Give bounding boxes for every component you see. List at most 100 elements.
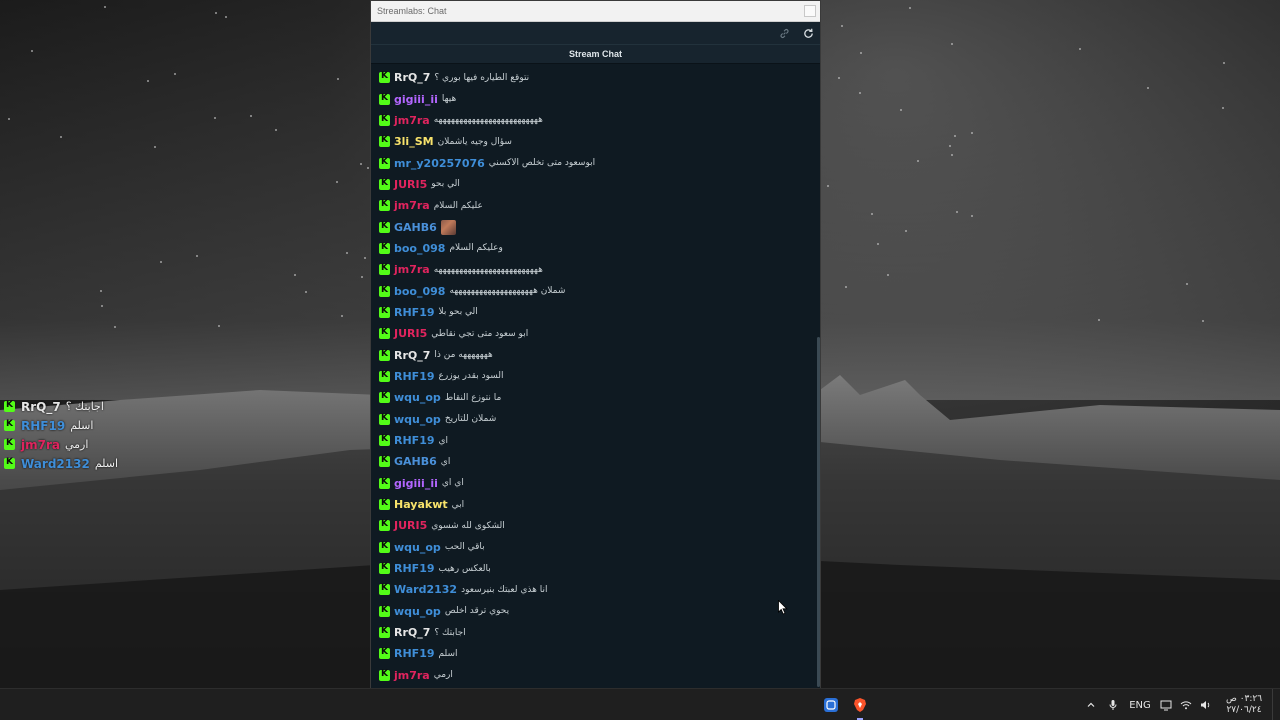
refresh-icon[interactable] [802, 27, 814, 39]
overlay-message: jm7ra ارمي [4, 435, 118, 454]
kick-badge-icon [4, 438, 15, 450]
kick-badge-icon [379, 242, 390, 254]
language-indicator[interactable]: ENG [1124, 689, 1156, 720]
brave-browser-icon[interactable] [850, 695, 870, 715]
overlay-message: RrQ_7 اجابتك ؟ [4, 397, 118, 416]
star [971, 132, 973, 134]
star [887, 274, 889, 276]
star [196, 255, 198, 257]
show-desktop-button[interactable] [1272, 689, 1280, 720]
star [214, 117, 216, 119]
chat-username[interactable]: wqu_op [394, 413, 441, 426]
overlay-message-text: اسلم [70, 419, 94, 432]
star [956, 211, 958, 213]
app-icon[interactable] [821, 695, 841, 715]
chat-message: GAHB6 [371, 216, 820, 237]
star [859, 92, 861, 94]
chat-username[interactable]: jm7ra [394, 199, 430, 212]
chat-username[interactable]: GAHB6 [394, 455, 437, 468]
scrollbar[interactable] [817, 65, 820, 719]
chat-message-text: عليكم السلام [433, 200, 483, 211]
chevron-up-icon[interactable] [1080, 689, 1102, 720]
chat-username[interactable]: JURI5 [394, 519, 427, 532]
chat-username[interactable]: jm7ra [394, 114, 430, 127]
kick-badge-icon [379, 178, 390, 190]
chat-username[interactable]: mr_y20257076 [394, 157, 485, 170]
chat-message: gigiii_iiهيها [371, 88, 820, 109]
chat-username[interactable]: RrQ_7 [394, 626, 430, 639]
chat-username[interactable]: RHF19 [394, 434, 435, 447]
star [917, 160, 919, 162]
chat-message-text: انا هذي لعبتك بنيرسعود [461, 584, 548, 595]
chat-overlay: RrQ_7 اجابتك ؟ RHF19 اسلم jm7ra ارمي Ward2132 ا… [4, 397, 118, 473]
chat-username[interactable]: RHF19 [394, 562, 435, 575]
star [905, 230, 907, 232]
chat-message-text: ابوسعود متى تخلص الاكسني [488, 158, 596, 169]
clock[interactable]: ٠٣:٢٦ ص ٢٧/٠٦/٢٤ [1216, 689, 1272, 720]
message-list[interactable]: RrQ_7نتوقع الطياره فيها بوري ؟gigiii_iiه… [371, 64, 820, 717]
chat-username[interactable]: boo_098 [394, 285, 445, 298]
chat-username[interactable]: RHF19 [394, 370, 435, 383]
close-icon[interactable] [804, 5, 816, 17]
chat-username[interactable]: boo_098 [394, 242, 445, 255]
volume-icon[interactable] [1196, 689, 1216, 720]
chat-message-text: ارمي [433, 670, 453, 681]
display-icon[interactable] [1156, 689, 1176, 720]
chat-message: RHF19السود بقدر يوزرع [371, 366, 820, 387]
window-titlebar[interactable]: Streamlabs: Chat [371, 1, 820, 22]
star [951, 154, 953, 156]
chat-username[interactable]: wqu_op [394, 391, 441, 404]
star [1098, 319, 1100, 321]
chat-message: wqu_opشملان للتاريخ [371, 409, 820, 430]
emote-image [440, 219, 456, 235]
chat-username[interactable]: JURI5 [394, 327, 427, 340]
chat-username[interactable]: wqu_op [394, 605, 441, 618]
chat-message-text: اي [438, 435, 449, 446]
chat-username[interactable]: jm7ra [394, 669, 430, 682]
mouse-cursor-icon [778, 600, 788, 615]
chat-username[interactable]: RrQ_7 [394, 349, 430, 362]
chat-message: jm7raهههههههههههههههههههههههههه [371, 259, 820, 280]
star [31, 50, 33, 52]
kick-badge-icon [379, 391, 390, 404]
chat-username[interactable]: JURI5 [394, 178, 427, 191]
chat-message-text: الشكوى لله شسوي [431, 520, 505, 531]
chat-username[interactable]: wqu_op [394, 541, 441, 554]
overlay-username: jm7ra [21, 437, 60, 452]
chat-message: GAHB6اي [371, 451, 820, 472]
chat-username[interactable]: RHF19 [394, 647, 435, 660]
chat-username[interactable]: Ward2132 [394, 583, 457, 596]
chat-message-text: هههههههه من ذا [434, 350, 493, 361]
star [104, 6, 106, 8]
kick-badge-icon [379, 157, 390, 169]
star [364, 257, 366, 259]
star [147, 80, 149, 82]
star [909, 7, 911, 9]
star [337, 78, 339, 80]
chat-username[interactable]: RrQ_7 [394, 71, 430, 84]
star [341, 315, 343, 317]
chat-username[interactable]: gigiii_ii [394, 477, 438, 490]
wifi-icon[interactable] [1176, 689, 1196, 720]
chat-username[interactable]: GAHB6 [394, 221, 437, 234]
microphone-icon[interactable] [1102, 689, 1124, 720]
kick-badge-icon [379, 306, 390, 318]
star [336, 181, 338, 183]
chat-username[interactable]: 3li_SM [394, 135, 434, 148]
chat-username[interactable]: jm7ra [394, 263, 430, 276]
star [827, 185, 829, 187]
scrollbar-thumb[interactable] [817, 337, 820, 687]
kick-badge-icon [379, 455, 390, 468]
star [949, 145, 951, 147]
link-icon[interactable] [778, 27, 790, 39]
chat-username[interactable]: Hayakwt [394, 498, 448, 511]
window-title: Streamlabs: Chat [377, 6, 447, 16]
chat-message-text: باقي الحب [444, 542, 485, 553]
overlay-username: RrQ_7 [21, 399, 61, 414]
kick-badge-icon [379, 626, 390, 639]
chat-username[interactable]: RHF19 [394, 306, 435, 319]
chat-username[interactable]: gigiii_ii [394, 93, 438, 106]
chat-message: gigiii_iiاي اي [371, 473, 820, 494]
kick-badge-icon [379, 669, 390, 681]
star [160, 261, 162, 263]
